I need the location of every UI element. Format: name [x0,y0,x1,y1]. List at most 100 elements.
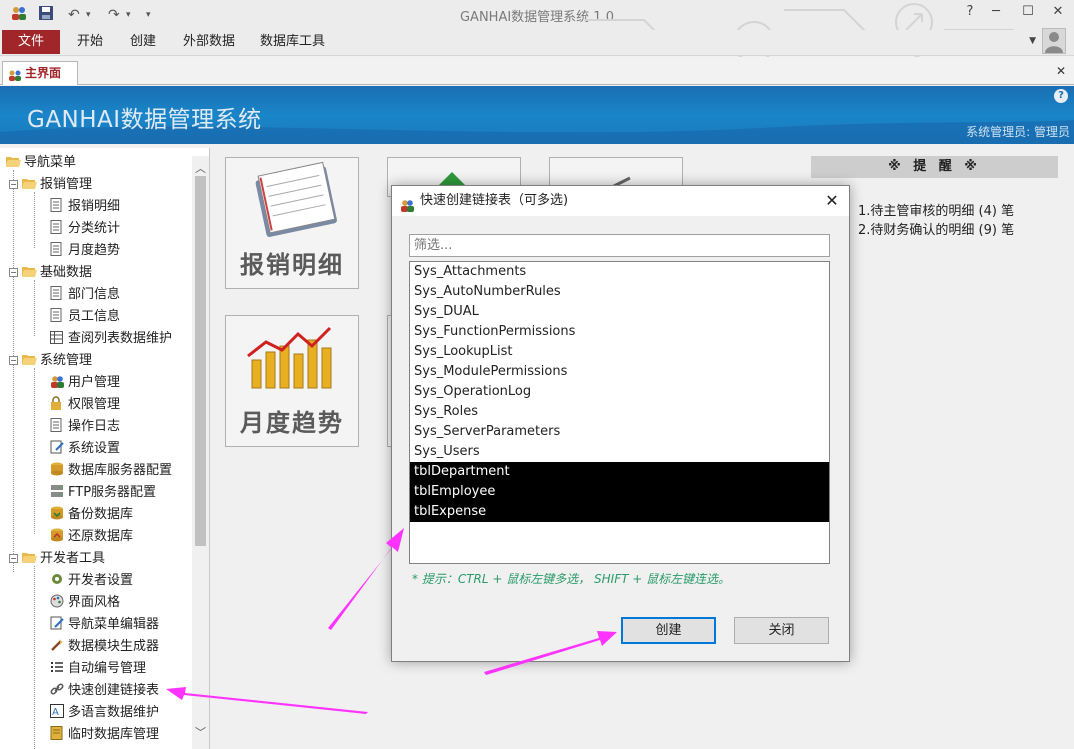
ribbon-menu: 文件 开始 创建 外部数据 数据库工具 ▼ [0,28,1074,56]
nav-item-temp-db[interactable]: 临时数据库管理 [50,724,159,746]
avatar[interactable] [1042,28,1066,54]
language-icon: A [50,704,65,718]
edit-icon [50,616,65,630]
nav-item-departments[interactable]: 部门信息 [50,284,120,306]
nav-item-multilang[interactable]: A 多语言数据维护 [50,702,159,724]
help-button[interactable]: ? [958,4,982,19]
filter-input[interactable] [409,234,830,257]
quick-link-table-dialog: 快速创建链接表（可多选) ✕ Sys_Attachments Sys_AutoN… [391,185,850,662]
nav-item-quick-link-table[interactable]: 快速创建链接表 [50,680,159,702]
collapse-toggle-icon[interactable]: − [9,180,18,189]
list-item[interactable]: Sys_AutoNumberRules [410,282,829,302]
nav-item-auto-number[interactable]: 自动编号管理 [50,658,146,680]
nav-group-system[interactable]: − 系统管理 [9,350,92,372]
notebook-icon [50,726,65,740]
nav-item-users[interactable]: 用户管理 [50,372,120,394]
list-item[interactable]: Sys_ModulePermissions [410,362,829,382]
file-menu[interactable]: 文件 [2,30,60,54]
nav-group-expense[interactable]: − 报销管理 [9,174,92,196]
numbered-list-icon [50,660,65,674]
list-item[interactable]: Sys_OperationLog [410,382,829,402]
dialog-title-bar[interactable]: 快速创建链接表（可多选) [392,186,849,216]
nav-item-expense-detail[interactable]: 报销明细 [50,196,120,218]
nav-root[interactable]: 导航菜单 [6,152,76,174]
nav-item-restore-db[interactable]: 还原数据库 [50,526,133,548]
link-icon [50,682,65,696]
folder-open-icon [22,264,37,278]
menu-start[interactable]: 开始 [77,30,103,54]
tile-expense-detail[interactable]: 报销明细 [225,157,359,289]
collapse-toggle-icon[interactable]: − [9,356,18,365]
collapse-toggle-icon[interactable]: − [9,268,18,277]
nav-item-ui-style[interactable]: 界面风格 [50,592,120,614]
multi-select-hint: * 提示：CTRL + 鼠标左键多选， SHIFT + 鼠标左键连选。 [412,572,731,586]
reminder-line-2[interactable]: 2.待财务确认的明细 (9) 笔 [858,219,1014,238]
nav-item-employees[interactable]: 员工信息 [50,306,120,328]
edit-settings-icon [50,440,65,454]
nav-item-category-stats[interactable]: 分类统计 [50,218,120,240]
help-icon[interactable]: ? [1054,89,1068,103]
database-restore-icon [50,528,65,542]
dialog-close-icon[interactable]: ✕ [815,186,849,216]
nav-item-permissions[interactable]: 权限管理 [50,394,120,416]
list-item[interactable]: Sys_ServerParameters [410,422,829,442]
menu-external-data[interactable]: 外部数据 [183,30,235,54]
create-button[interactable]: 创建 [621,617,716,644]
nav-item-monthly-trend[interactable]: 月度趋势 [50,240,120,262]
scroll-down-icon[interactable]: ﹀ [192,724,209,740]
list-item[interactable]: Sys_FunctionPermissions [410,322,829,342]
close-button[interactable]: 关闭 [734,617,829,644]
collapse-toggle-icon[interactable]: − [9,554,18,563]
scroll-up-icon[interactable]: ︿ [192,160,209,176]
database-icon [50,462,65,476]
nav-scrollbar[interactable]: ︿ ﹀ [192,156,209,749]
document-icon [50,220,65,234]
dialog-title: 快速创建链接表（可多选) [420,193,569,208]
close-tab-button[interactable]: ✕ [1056,64,1066,78]
nav-item-system-settings[interactable]: 系统设置 [50,438,120,460]
lock-icon [50,396,65,410]
maximize-button[interactable]: ☐ [1016,4,1040,19]
nav-item-dev-settings[interactable]: 开发者设置 [50,570,133,592]
document-icon [50,242,65,256]
database-backup-icon [50,506,65,520]
nav-item-module-generator[interactable]: 数据模块生成器 [50,636,159,658]
list-item[interactable]: Sys_Attachments [410,262,829,282]
window-title: GANHAI数据管理系统 1.0 [459,10,614,25]
list-item-selected[interactable]: tblExpense [410,502,829,522]
palette-icon [50,594,65,608]
table-listbox[interactable]: Sys_Attachments Sys_AutoNumberRules Sys_… [409,261,830,564]
close-window-button[interactable]: ✕ [1046,4,1070,19]
nav-item-ftp-config[interactable]: FTP服务器配置 [50,482,156,504]
folder-open-icon [22,352,37,366]
nav-group-base-data[interactable]: − 基础数据 [9,262,92,284]
document-icon [50,198,65,212]
nav-group-developer[interactable]: − 开发者工具 [9,548,105,570]
tab-main[interactable]: 主界面 [2,61,78,85]
list-item-selected[interactable]: tblEmployee [410,482,829,502]
list-item[interactable]: Sys_LookupList [410,342,829,362]
nav-item-lookup-maintenance[interactable]: 查阅列表数据维护 [50,328,172,350]
list-item[interactable]: Sys_Users [410,442,829,462]
list-item-selected[interactable]: tblDepartment [410,462,829,482]
document-icon [50,286,65,300]
notebook-icon [255,161,337,238]
nav-item-operation-log[interactable]: 操作日志 [50,416,120,438]
tab-main-label: 主界面 [25,66,62,80]
nav-item-nav-menu-editor[interactable]: 导航菜单编辑器 [50,614,159,636]
nav-item-db-server-config[interactable]: 数据库服务器配置 [50,460,172,482]
reminder-line-1[interactable]: 1.待主管审核的明细 (4) 笔 [858,200,1014,219]
minimize-button[interactable]: ─ [984,4,1008,19]
account-dropdown-icon[interactable]: ▼ [1029,36,1036,46]
menu-create[interactable]: 创建 [130,30,156,54]
scroll-thumb[interactable] [195,176,206,546]
document-icon [50,308,65,322]
tile-monthly-trend[interactable]: 月度趋势 [225,315,359,447]
folder-open-icon [22,176,37,190]
tile-expense-detail-label: 报销明细 [240,250,344,279]
list-item[interactable]: Sys_DUAL [410,302,829,322]
menu-database-tools[interactable]: 数据库工具 [260,30,325,54]
list-item[interactable]: Sys_Roles [410,402,829,422]
nav-item-backup-db[interactable]: 备份数据库 [50,504,133,526]
document-icon [50,418,65,432]
